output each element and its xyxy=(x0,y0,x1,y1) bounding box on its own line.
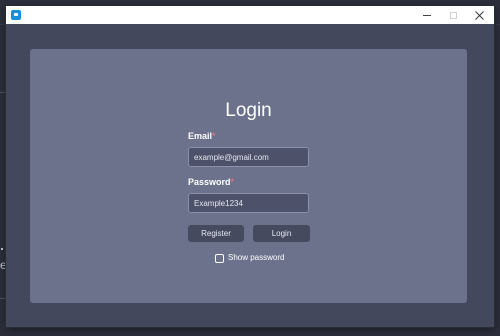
show-password-checkbox[interactable] xyxy=(215,253,224,263)
close-icon xyxy=(474,10,484,20)
password-field[interactable] xyxy=(188,193,309,213)
required-marker: * xyxy=(230,177,235,187)
close-button[interactable] xyxy=(466,6,492,24)
page-title: Login xyxy=(225,100,272,121)
desktop-dot xyxy=(1,248,3,250)
show-password-label: Show password xyxy=(228,253,285,262)
app-icon xyxy=(11,10,21,20)
required-marker: * xyxy=(212,131,216,141)
email-field[interactable] xyxy=(188,147,309,167)
show-password-row[interactable]: Show password xyxy=(215,253,284,263)
email-label: Email* xyxy=(188,131,216,141)
password-label: Password* xyxy=(188,177,235,187)
title-bar[interactable] xyxy=(6,6,494,24)
login-window: Login Email* Password* Register Login Sh… xyxy=(6,6,494,327)
maximize-button[interactable] xyxy=(440,6,466,24)
login-panel: Login Email* Password* Register Login Sh… xyxy=(30,49,467,303)
login-button[interactable]: Login xyxy=(253,225,310,242)
minimize-button[interactable] xyxy=(414,6,440,24)
register-button[interactable]: Register xyxy=(188,225,244,242)
